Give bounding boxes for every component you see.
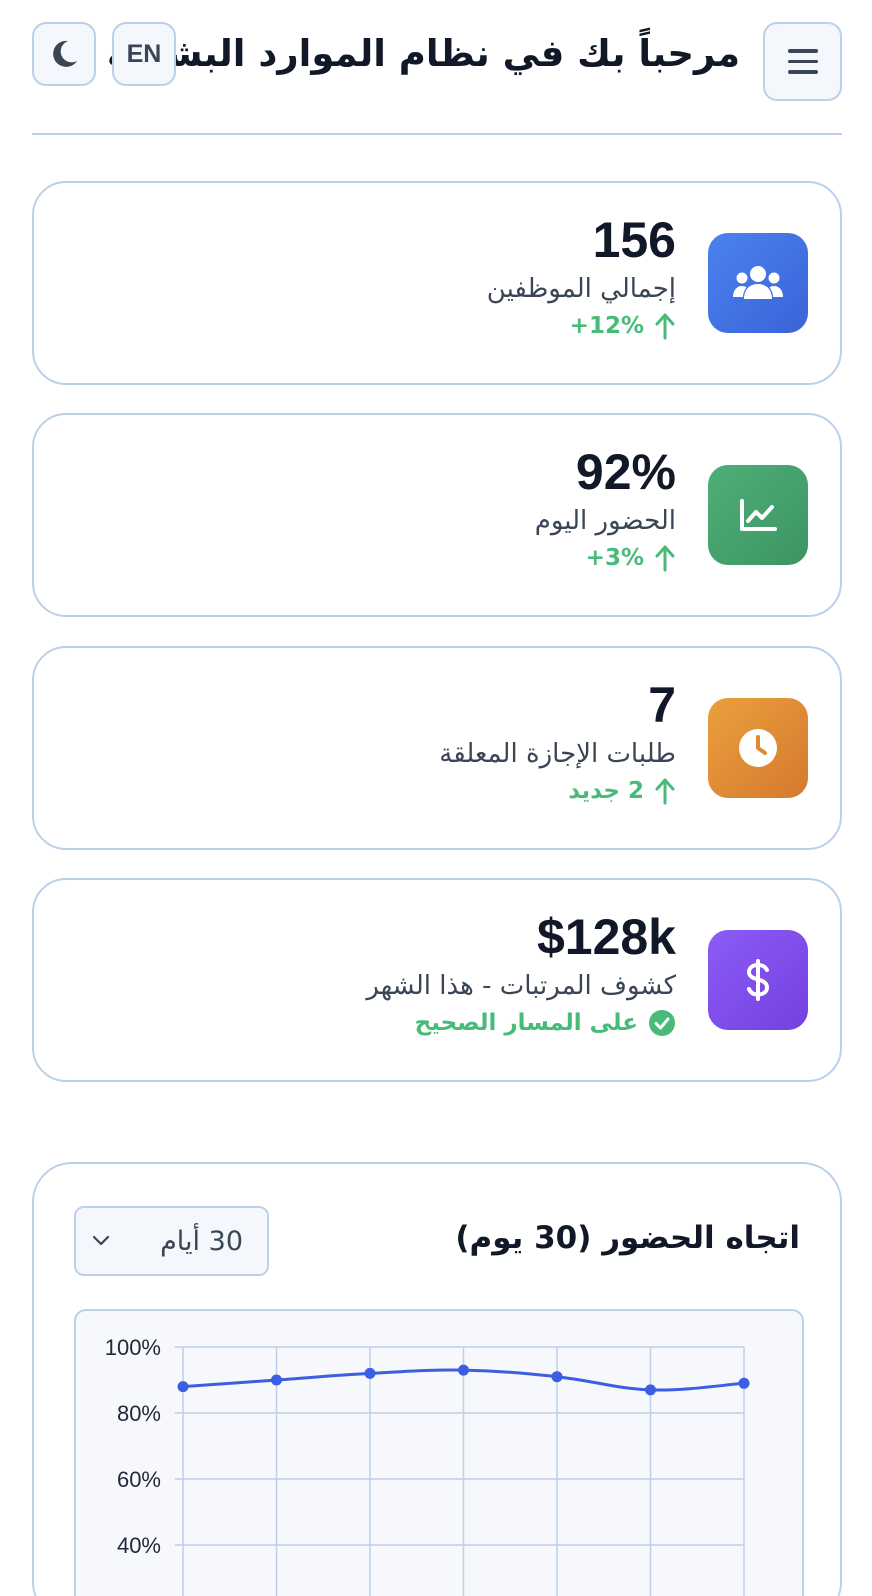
attendance-line-chart: 100% 80% 60% 40%: [105, 1335, 750, 1596]
stat-value: $128k: [536, 909, 676, 965]
y-tick-label: 40%: [117, 1533, 161, 1558]
stat-label: الحضور اليوم: [534, 506, 676, 536]
data-point: [458, 1364, 469, 1376]
stat-label: إجمالي الموظفين: [486, 274, 676, 304]
page-title: مرحباً بك في نظام الموارد البشرية: [106, 32, 740, 75]
stat-text: 92% الحضور اليوم +3%: [535, 443, 676, 575]
hamburger-icon: [787, 46, 818, 78]
stat-icon-box: [708, 930, 808, 1030]
arrow-up-icon: [655, 545, 675, 572]
data-point: [738, 1377, 750, 1389]
data-point: [551, 1371, 563, 1383]
stat-trend: 2 جديد: [439, 774, 676, 808]
stat-trend-text: 2 جديد: [568, 778, 644, 804]
chart-line-icon: [740, 499, 777, 531]
menu-button[interactable]: [763, 22, 842, 101]
stat-icon-box: [708, 698, 808, 798]
stat-trend-text: +3%: [585, 545, 644, 571]
stat-value: 7: [648, 677, 676, 733]
clock-icon: [739, 729, 777, 767]
stat-text: $128k كشوف المرتبات - هذا الشهر على المس…: [366, 908, 676, 1040]
header-divider: [32, 133, 842, 135]
y-tick-label: 100%: [105, 1335, 161, 1360]
chevron-down-icon: [92, 1235, 110, 1246]
arrow-up-icon: [655, 313, 675, 340]
stat-value: 156: [592, 212, 676, 268]
attendance-chart-title: اتجاه الحضور (30 يوم): [455, 1220, 800, 1256]
attendance-trend-panel: اتجاه الحضور (30 يوم) 30 أيام 100% 80% 60%…: [32, 1162, 842, 1596]
attendance-chart: 100% 80% 60% 40%: [74, 1309, 804, 1596]
stat-label: كشوف المرتبات - هذا الشهر: [366, 971, 676, 1001]
stat-card-attendance-today[interactable]: 92% الحضور اليوم +3%: [32, 413, 842, 617]
users-icon: [733, 266, 783, 299]
check-circle-icon: [649, 1010, 675, 1036]
data-point: [364, 1367, 376, 1379]
language-toggle-button[interactable]: EN: [112, 22, 176, 86]
data-point: [271, 1374, 282, 1386]
stat-card-total-employees[interactable]: 156 إجمالي الموظفين +12%: [32, 181, 842, 385]
range-select[interactable]: 30 أيام: [74, 1206, 269, 1276]
stat-text: 7 طلبات الإجازة المعلقة 2 جديد: [439, 676, 676, 808]
arrow-up-icon: [655, 778, 675, 805]
data-point: [645, 1384, 656, 1396]
stat-label: طلبات الإجازة المعلقة: [439, 739, 676, 769]
stat-icon-box: [708, 465, 808, 565]
app-header: مرحباً بك في نظام الموارد البشرية EN: [0, 0, 872, 135]
moon-icon: [53, 40, 77, 67]
theme-toggle-button[interactable]: [32, 22, 96, 86]
stat-trend-text: +12%: [569, 313, 644, 339]
stat-icon-box: [708, 233, 808, 333]
range-select-value: 30 أيام: [160, 1225, 243, 1257]
stat-trend: +12%: [487, 309, 676, 343]
stat-trend: على المسار الصحيح: [366, 1006, 676, 1040]
stat-trend-text: على المسار الصحيح: [414, 1010, 638, 1036]
stat-card-payroll[interactable]: $128k كشوف المرتبات - هذا الشهر على المس…: [32, 878, 842, 1082]
y-tick-label: 80%: [117, 1401, 161, 1426]
stat-trend: +3%: [535, 541, 676, 575]
stat-card-pending-leave[interactable]: 7 طلبات الإجازة المعلقة 2 جديد: [32, 646, 842, 850]
data-point: [177, 1381, 189, 1393]
dollar-icon: [746, 959, 770, 1001]
stat-value: 92%: [575, 444, 676, 500]
stat-text: 156 إجمالي الموظفين +12%: [487, 211, 676, 343]
y-tick-label: 60%: [117, 1467, 161, 1492]
